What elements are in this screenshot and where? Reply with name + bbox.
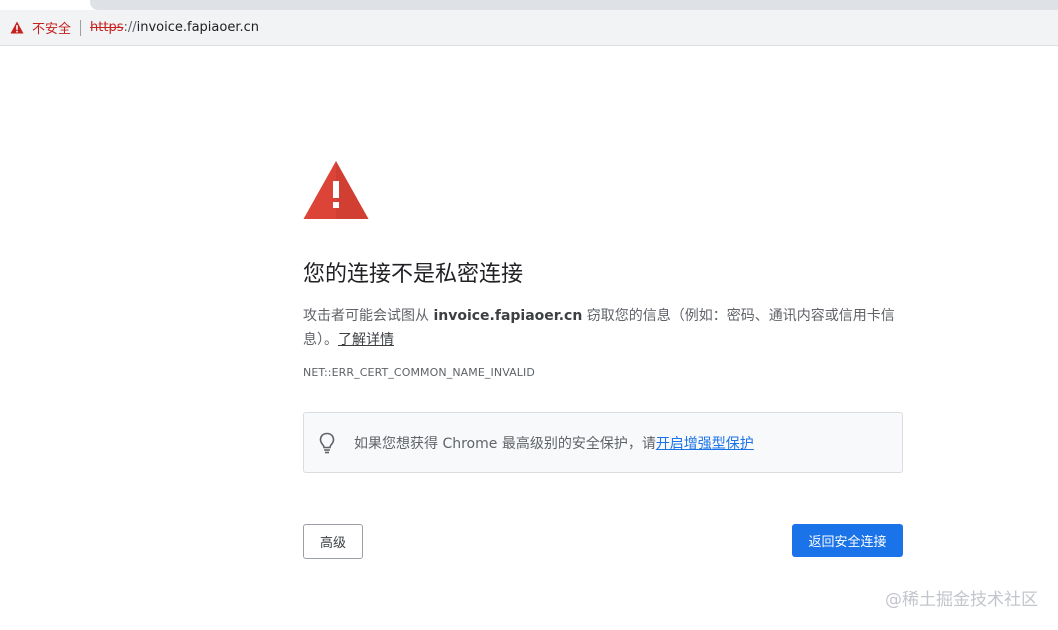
description-host: invoice.fapiaoer.cn: [433, 308, 583, 324]
tab-strip: [0, 0, 1058, 10]
description-prefix: 攻击者可能会试图从: [303, 308, 434, 324]
back-to-safety-button[interactable]: 返回安全连接: [792, 524, 903, 557]
warning-description: 攻击者可能会试图从 invoice.fapiaoer.cn 窃取您的信息（例如：…: [303, 304, 903, 352]
warning-triangle-icon[interactable]: [10, 21, 24, 34]
enhanced-protection-link[interactable]: 开启增强型保护: [656, 433, 754, 453]
interstitial-content: 您的连接不是私密连接 攻击者可能会试图从 invoice.fapiaoer.cn…: [303, 160, 903, 559]
url-separator: ://: [123, 20, 137, 35]
error-code[interactable]: NET::ERR_CERT_COMMON_NAME_INVALID: [303, 366, 903, 379]
button-row: 高级 返回安全连接: [303, 524, 903, 559]
warning-triangle-icon: [303, 161, 369, 219]
learn-more-link[interactable]: 了解详情: [338, 332, 394, 348]
not-secure-label[interactable]: 不安全: [32, 18, 71, 37]
address-divider: [80, 19, 82, 36]
advanced-button[interactable]: 高级: [303, 524, 363, 559]
tip-text: 如果您想获得 Chrome 最高级别的安全保护，请: [354, 435, 656, 452]
tab-strip-background: [90, 0, 1058, 10]
enhanced-protection-tip: 如果您想获得 Chrome 最高级别的安全保护，请 开启增强型保护: [303, 412, 903, 473]
page-title: 您的连接不是私密连接: [303, 262, 524, 287]
url-scheme: https: [90, 20, 124, 35]
url-host: invoice.fapiaoer.cn: [136, 20, 260, 35]
lightbulb-icon: [319, 432, 335, 453]
url-text[interactable]: https://invoice.fapiaoer.cn: [90, 20, 259, 35]
watermark: @稀土掘金技术社区: [885, 590, 1038, 610]
address-bar[interactable]: 不安全 https://invoice.fapiaoer.cn: [0, 10, 1058, 46]
